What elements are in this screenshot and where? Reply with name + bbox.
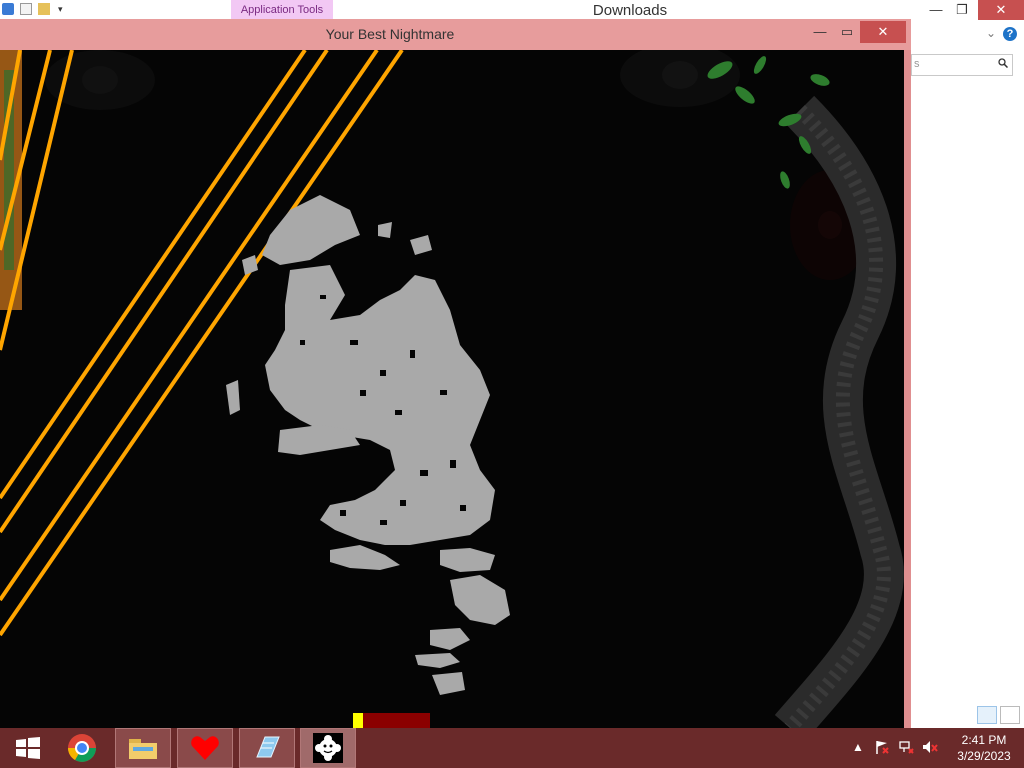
search-input[interactable]: s xyxy=(911,54,1013,76)
game-window: Your Best Nightmare — ▭ ✕ xyxy=(0,19,911,728)
game-titlebar[interactable]: Your Best Nightmare — ▭ ✕ xyxy=(0,19,911,50)
search-placeholder: s xyxy=(914,58,920,70)
flowey-icon xyxy=(313,733,343,763)
new-folder-icon[interactable] xyxy=(38,3,50,15)
details-view-icon[interactable] xyxy=(977,706,997,724)
chrome-icon xyxy=(68,734,96,762)
show-hidden-icons-button[interactable]: ▲ xyxy=(852,740,864,754)
volume-muted-icon[interactable] xyxy=(922,739,938,755)
background-eyes xyxy=(45,50,870,280)
explorer-titlebar: ▾ Application Tools Downloads — ❐ ✕ xyxy=(0,0,1024,20)
flowey-creature-sprite xyxy=(226,195,510,695)
taskbar-undertale-button[interactable] xyxy=(177,728,233,768)
explorer-right-panel: ⌄ ? s xyxy=(911,20,1024,728)
context-tab-application-tools[interactable]: Application Tools xyxy=(231,0,333,20)
game-scene xyxy=(0,50,904,728)
taskbar-file-explorer-button[interactable] xyxy=(115,728,171,768)
taskbar-your-best-nightmare-button[interactable] xyxy=(300,728,356,768)
game-window-title: Your Best Nightmare xyxy=(325,26,455,42)
explorer-minimize-button[interactable]: — xyxy=(922,0,950,20)
taskbar: ▲ 2:41 PM 3/29/2023 xyxy=(0,728,1024,768)
explorer-window-title: Downloads xyxy=(592,2,668,19)
taskbar-notepad-button[interactable] xyxy=(239,728,295,768)
game-maximize-button[interactable]: ▭ xyxy=(835,21,859,43)
search-icon xyxy=(998,58,1008,68)
game-minimize-button[interactable]: — xyxy=(808,21,832,43)
clock-time: 2:41 PM xyxy=(961,733,1007,747)
player-hp-bar xyxy=(353,713,430,728)
folder-down-icon[interactable] xyxy=(2,3,14,15)
network-icon[interactable] xyxy=(898,739,914,755)
red-heart-icon xyxy=(191,736,219,760)
properties-icon[interactable] xyxy=(20,3,32,15)
explorer-restore-button[interactable]: ❐ xyxy=(948,0,976,20)
clock-date: 3/29/2023 xyxy=(957,749,1011,763)
taskbar-chrome-button[interactable] xyxy=(54,728,110,768)
customize-toolbar-icon[interactable]: ▾ xyxy=(58,4,63,15)
notepad-icon xyxy=(256,736,280,758)
quick-access-toolbar: ▾ xyxy=(2,3,63,15)
explorer-close-button[interactable]: ✕ xyxy=(978,0,1024,20)
ribbon-expand-icon[interactable]: ⌄ xyxy=(986,26,996,40)
start-button[interactable] xyxy=(0,728,56,768)
large-icons-view-icon[interactable] xyxy=(1000,706,1020,724)
windows-logo-icon xyxy=(16,737,40,759)
game-canvas[interactable] xyxy=(0,50,904,728)
system-clock[interactable]: 2:41 PM 3/29/2023 xyxy=(944,732,1024,764)
action-center-flag-icon[interactable] xyxy=(874,739,890,755)
folder-icon xyxy=(129,739,157,759)
help-icon[interactable]: ? xyxy=(1003,27,1017,41)
game-close-button[interactable]: ✕ xyxy=(860,21,906,43)
